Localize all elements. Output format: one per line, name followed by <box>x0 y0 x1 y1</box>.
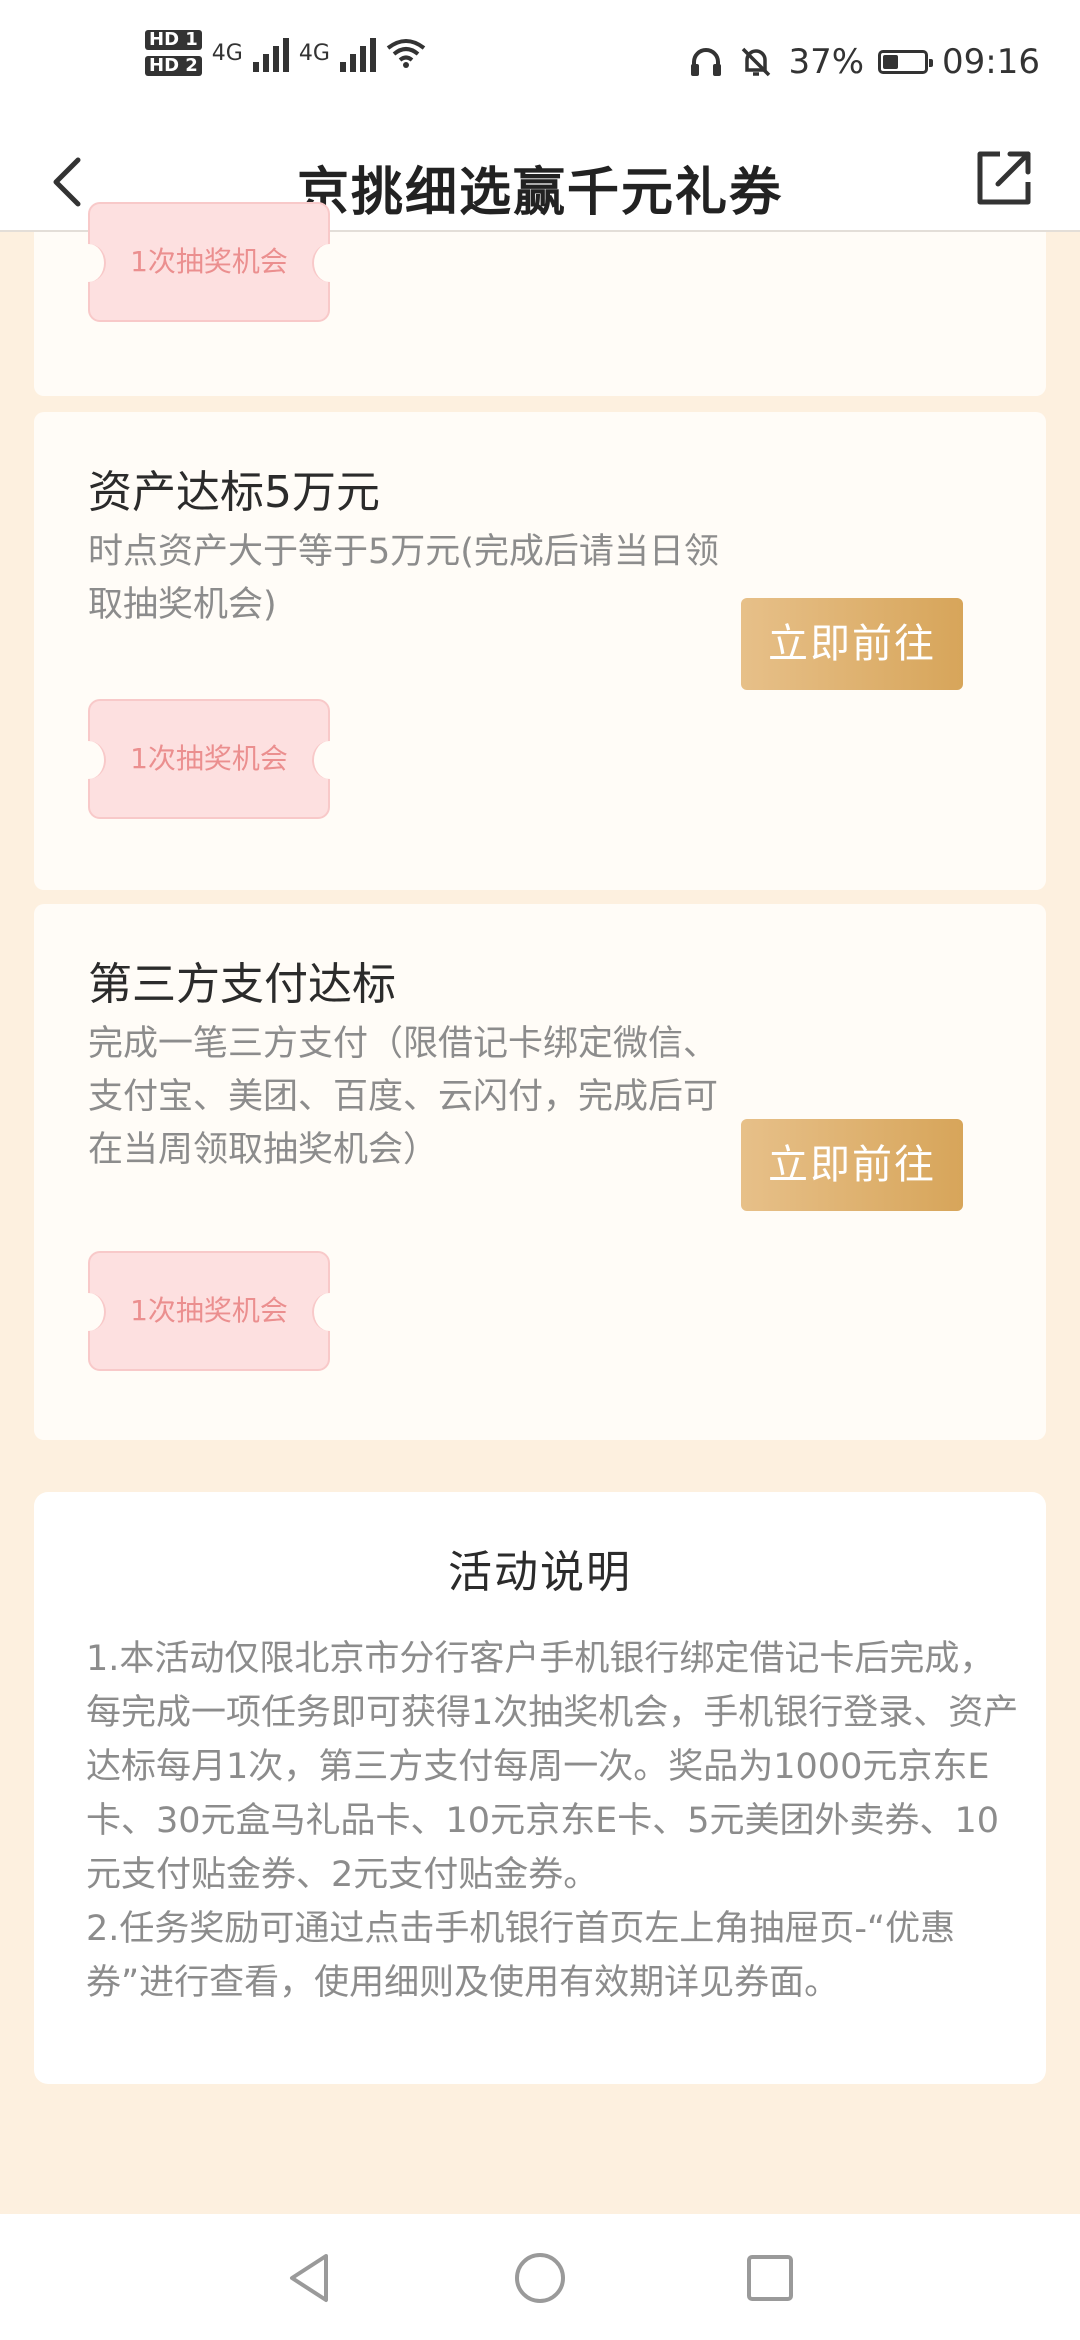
rules-title: 活动说明 <box>448 1547 632 1598</box>
rule-item-2: 2.任务奖励可通过点击手机银行首页左上角抽屉页-“优惠券”进行查看，使用细则及使… <box>86 1909 956 2003</box>
task-card-asset: 资产达标5万元 时点资产大于等于5万元(完成后请当日领取抽奖机会) 立即前往 1… <box>34 412 1046 890</box>
go-button-asset[interactable]: 立即前往 <box>741 598 963 690</box>
reward-ticket: 1次抽奖机会 <box>72 1251 346 1371</box>
nav-back-icon[interactable] <box>282 2250 338 2306</box>
hd-badges: HD 1 HD 2 <box>145 30 202 76</box>
task-card-login: 1次抽奖机会 <box>34 202 1046 396</box>
task-description: 完成一笔三方支付（限借记卡绑定微信、支付宝、美团、百度、云闪付，完成后可在当周领… <box>88 1024 719 1170</box>
nav-home-icon[interactable] <box>512 2250 568 2306</box>
rules-text: 1.本活动仅限北京市分行客户手机银行绑定借记卡后完成，每完成一项任务即可获得1次… <box>86 1632 1026 2010</box>
rule-item-1: 1.本活动仅限北京市分行客户手机银行绑定借记卡后完成，每完成一项任务即可获得1次… <box>86 1639 1019 1895</box>
task-description: 时点资产大于等于5万元(完成后请当日领取抽奖机会) <box>88 532 719 625</box>
clock: 09:16 <box>942 42 1040 82</box>
battery-percent: 37% <box>788 42 865 82</box>
task-title: 资产达标5万元 <box>88 467 380 518</box>
nav-recents-icon[interactable] <box>742 2250 798 2306</box>
signal-icon-2 <box>339 34 376 72</box>
network-type-1: 4G <box>211 40 243 66</box>
signal-icon <box>252 34 289 72</box>
reward-ticket: 1次抽奖机会 <box>72 202 346 322</box>
go-button-payment[interactable]: 立即前往 <box>741 1119 963 1211</box>
hd2-badge: HD 2 <box>145 56 202 76</box>
wifi-icon <box>386 39 426 68</box>
rules-card: 活动说明 1.本活动仅限北京市分行客户手机银行绑定借记卡后完成，每完成一项任务即… <box>34 1492 1046 2084</box>
status-bar: HD 1 HD 2 4G 4G 37% 09:16 <box>0 0 1080 130</box>
hd1-badge: HD 1 <box>145 30 202 50</box>
system-nav-bar <box>0 2214 1080 2340</box>
mute-bell-icon <box>742 47 771 77</box>
battery-icon <box>878 50 934 74</box>
battery-fill <box>883 55 899 69</box>
device-status: 37% 09:16 <box>688 42 1040 82</box>
reward-ticket: 1次抽奖机会 <box>72 699 346 819</box>
network-status: HD 1 HD 2 4G 4G <box>145 30 426 76</box>
task-card-payment: 第三方支付达标 完成一笔三方支付（限借记卡绑定微信、支付宝、美团、百度、云闪付，… <box>34 904 1046 1440</box>
task-title: 第三方支付达标 <box>88 959 396 1010</box>
share-icon[interactable] <box>970 142 1040 212</box>
headset-icon <box>691 48 722 76</box>
network-type-2: 4G <box>298 40 330 66</box>
